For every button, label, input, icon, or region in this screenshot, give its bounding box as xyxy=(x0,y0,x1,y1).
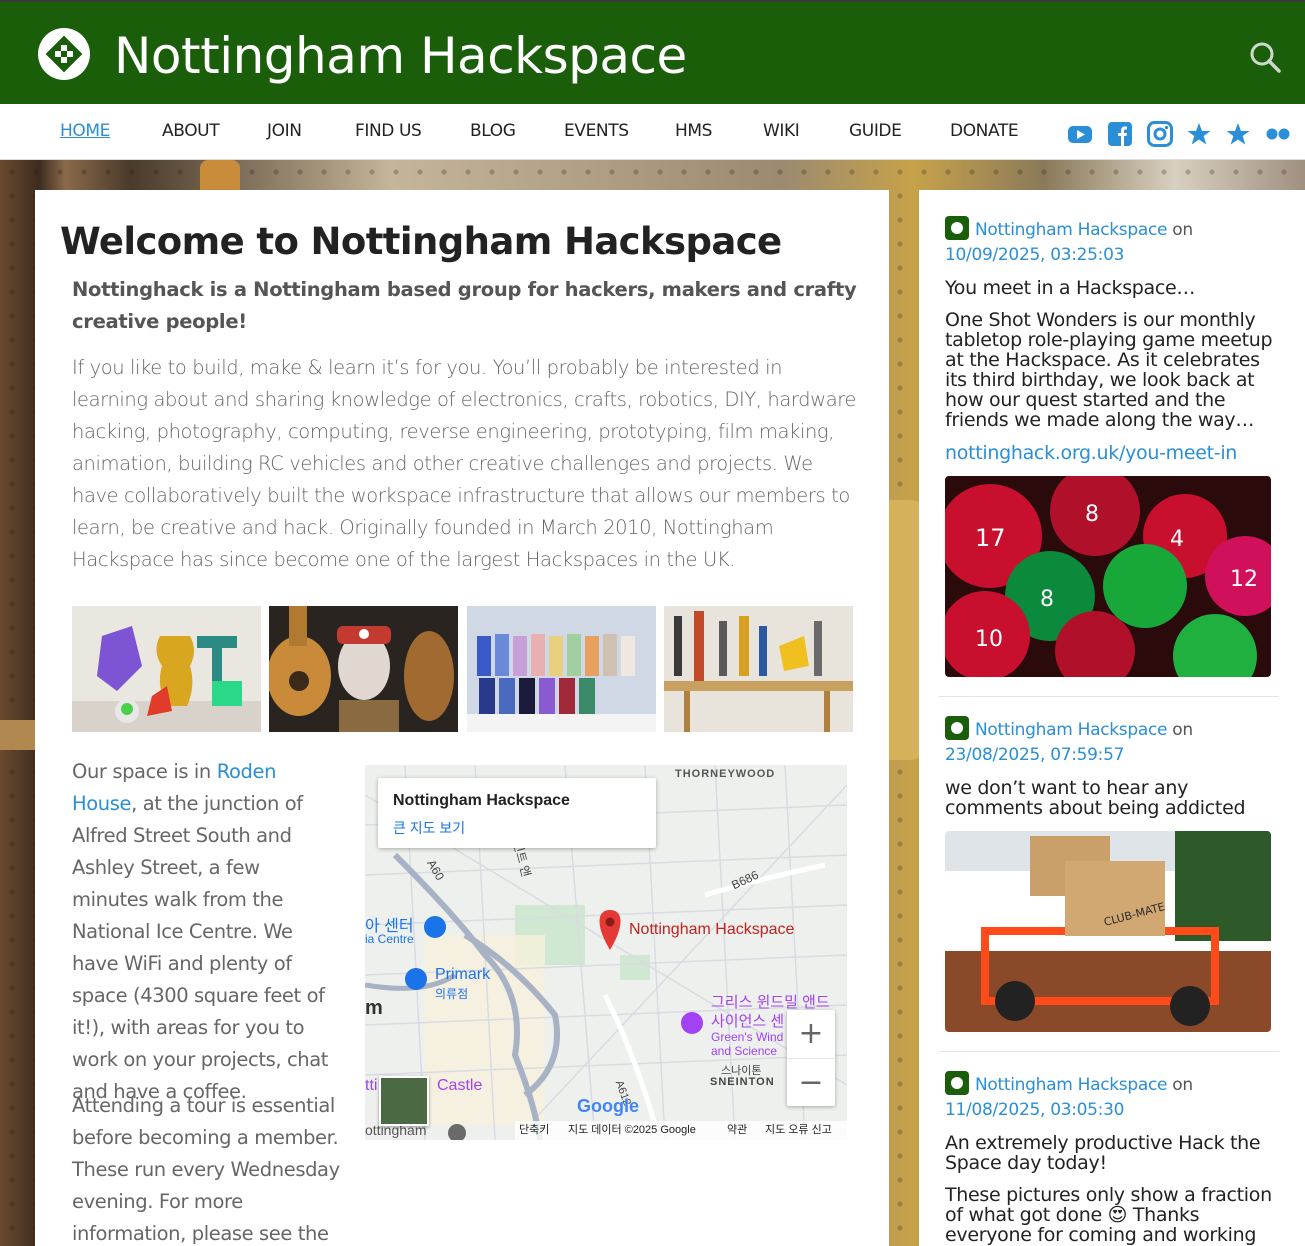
post-date-link[interactable]: 11/08/2025, 03:05:30 xyxy=(945,1098,1275,1123)
nav-home[interactable]: HOME xyxy=(60,121,110,141)
feed-divider xyxy=(939,1051,1279,1052)
post-author-link[interactable]: Nottingham Hackspace xyxy=(975,1075,1167,1095)
post-link[interactable]: nottinghack.org.uk/you-meet-in xyxy=(945,442,1275,464)
tour-paragraph: Attending a tour is essential before bec… xyxy=(72,1094,340,1245)
facebook-icon[interactable] xyxy=(1107,121,1133,147)
nav-wiki[interactable]: WIKI xyxy=(763,121,800,141)
main-nav: HOME ABOUT JOIN FIND US BLOG EVENTS HMS … xyxy=(0,104,1305,160)
photo-tool-rack[interactable] xyxy=(664,606,853,732)
map-card-title: Nottingham Hackspace xyxy=(393,792,570,809)
map-label-greens-en1: Green's Wind xyxy=(711,1030,784,1044)
svg-text:10: 10 xyxy=(975,627,1003,652)
search-icon[interactable] xyxy=(1248,40,1282,74)
map-label-m: m xyxy=(365,997,383,1019)
post-title: An extremely productive Hack the Space d… xyxy=(945,1132,1261,1174)
svg-text:8: 8 xyxy=(1085,502,1099,527)
site-header: Nottingham Hackspace xyxy=(0,0,1305,104)
feed-divider xyxy=(939,696,1279,697)
post-text: These pictures only show a fraction of w… xyxy=(945,1184,1272,1246)
map-label-greens-ko1: 그리스 윈드밀 앤드 xyxy=(711,994,830,1011)
post-author-link[interactable]: Nottingham Hackspace xyxy=(975,720,1167,740)
post-date-link[interactable]: 23/08/2025, 07:59:57 xyxy=(945,743,1275,768)
svg-text:8: 8 xyxy=(1040,587,1054,612)
zoom-out-button[interactable]: − xyxy=(787,1058,835,1106)
youtube-icon[interactable] xyxy=(1067,121,1093,147)
map-label-greens-ko2: 사이언스 센 xyxy=(711,1013,785,1030)
lead-paragraph: Nottinghack is a Nottingham based group … xyxy=(72,278,857,333)
post-header: Nottingham Hackspace on 10/09/2025, 03:2… xyxy=(945,216,1275,268)
instagram-icon[interactable] xyxy=(1147,121,1173,147)
map-data-text: 지도 데이터 ©2025 Google xyxy=(568,1124,696,1136)
photo-3d-prints[interactable] xyxy=(72,606,261,732)
photo-strip xyxy=(72,606,853,732)
map-label-sneinton: SNEINTON xyxy=(710,1076,775,1088)
svg-text:12: 12 xyxy=(1230,567,1258,592)
satellite-toggle[interactable] xyxy=(379,1076,429,1126)
keyboard-shortcuts-link[interactable]: 단축키 xyxy=(519,1121,549,1140)
map-label-greens-en2: and Science xyxy=(711,1044,778,1058)
star-icon[interactable] xyxy=(1225,121,1251,147)
nav-donate[interactable]: DONATE xyxy=(950,121,1019,141)
google-map[interactable]: THORNEYWOOD A60 세인트 앤 B686 A612 아 센터 ia … xyxy=(365,765,847,1140)
nav-events[interactable]: EVENTS xyxy=(564,121,629,141)
post-image-dice[interactable]: 17 8 4 12 8 10 xyxy=(945,476,1271,677)
map-pin-label[interactable]: Nottingham Hackspace xyxy=(629,921,794,939)
post-title: You meet in a Hackspace… xyxy=(945,277,1196,299)
nav-find-us[interactable]: FIND US xyxy=(355,121,422,141)
feed-post: Nottingham Hackspace on 11/08/2025, 03:0… xyxy=(945,1071,1275,1246)
nav-blog[interactable]: BLOG xyxy=(470,121,516,141)
map-label-ice-centre-en: ia Centre xyxy=(365,932,414,946)
nav-join[interactable]: JOIN xyxy=(267,121,302,141)
google-logo: Google xyxy=(577,1096,639,1116)
post-text: we don’t want to hear any comments about… xyxy=(945,777,1246,819)
svg-text:17: 17 xyxy=(975,524,1006,552)
post-body: we don’t want to hear any comments about… xyxy=(945,778,1275,818)
report-error-link[interactable]: 지도 오류 신고 xyxy=(765,1121,832,1140)
main-content: Welcome to Nottingham Hackspace Nottingh… xyxy=(35,190,889,1246)
site-title[interactable]: Nottingham Hackspace xyxy=(114,26,687,86)
nav-guide[interactable]: GUIDE xyxy=(849,121,902,141)
post-header: Nottingham Hackspace on 23/08/2025, 07:5… xyxy=(945,716,1275,768)
nav-hms[interactable]: HMS xyxy=(675,121,712,141)
feed-post: Nottingham Hackspace on 10/09/2025, 03:2… xyxy=(945,216,1275,464)
post-header: Nottingham Hackspace on 11/08/2025, 03:0… xyxy=(945,1071,1275,1123)
map-label-primark: Primark xyxy=(435,966,491,983)
view-larger-map-link[interactable]: 큰 지도 보기 xyxy=(393,818,465,838)
map-label-castle-pre: tti xyxy=(365,1077,378,1094)
map-label-castle: Castle xyxy=(437,1077,483,1094)
nav-about[interactable]: ABOUT xyxy=(162,121,220,141)
flickr-icon[interactable] xyxy=(1265,121,1291,147)
intro-paragraph: If you like to build, make & learn it’s … xyxy=(72,356,857,571)
post-text: One Shot Wonders is our monthly tabletop… xyxy=(945,309,1273,431)
hackspace-avatar-icon xyxy=(945,1071,969,1095)
hackspace-avatar-icon xyxy=(945,216,969,240)
photo-guitar-mannequin[interactable] xyxy=(269,606,458,732)
feed-post: Nottingham Hackspace on 23/08/2025, 07:5… xyxy=(945,716,1275,830)
post-body: An extremely productive Hack the Space d… xyxy=(945,1133,1275,1246)
zoom-in-button[interactable]: + xyxy=(787,1010,835,1058)
location-paragraph: Our space is in Roden House, at the junc… xyxy=(72,760,329,1103)
social-feed-sidebar: Nottingham Hackspace on 10/09/2025, 03:2… xyxy=(919,190,1305,1246)
svg-text:4: 4 xyxy=(1170,527,1184,552)
photo-thread-spools[interactable] xyxy=(467,606,656,732)
post-author-link[interactable]: Nottingham Hackspace xyxy=(975,220,1167,240)
map-label-thorneywood: THORNEYWOOD xyxy=(675,768,776,780)
map-zoom-control: + − xyxy=(787,1010,835,1106)
map-info-card: Nottingham Hackspace 큰 지도 보기 xyxy=(378,778,656,848)
star-icon[interactable] xyxy=(1186,121,1212,147)
post-date-link[interactable]: 10/09/2025, 03:25:03 xyxy=(945,243,1275,268)
hackspace-logo-icon[interactable] xyxy=(38,28,90,80)
page-title: Welcome to Nottingham Hackspace xyxy=(60,220,782,263)
map-label-primark-ko: 의류점 xyxy=(435,987,469,1001)
terms-link[interactable]: 약관 xyxy=(727,1121,747,1140)
map-attribution: 단축키 지도 데이터 ©2025 Google 약관 지도 오류 신고 xyxy=(515,1121,847,1140)
post-image-club-mate[interactable]: CLUB-MATE xyxy=(945,831,1271,1032)
post-body: You meet in a Hackspace… One Shot Wonder… xyxy=(945,278,1275,430)
hackspace-avatar-icon xyxy=(945,716,969,740)
